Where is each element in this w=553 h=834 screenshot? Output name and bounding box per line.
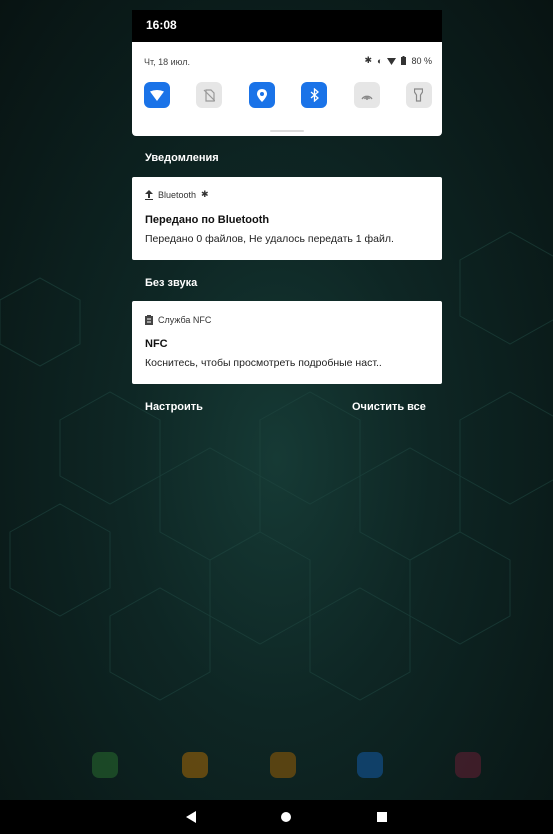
home-icon[interactable] <box>281 812 291 822</box>
status-bar: 16:08 <box>132 10 442 42</box>
bluetooth-small-icon: ✱ <box>201 189 209 199</box>
qs-drag-handle[interactable] <box>270 130 304 132</box>
status-time: 16:08 <box>146 18 177 32</box>
flashlight-tile[interactable] <box>405 82 432 108</box>
wifi-status-icon <box>387 57 397 65</box>
notification-app-row: Служба NFC <box>145 315 211 325</box>
notification-app-row: Bluetooth ✱ <box>145 189 209 200</box>
notification-title: NFC <box>145 338 168 350</box>
manage-notifications-button[interactable]: Настроить <box>145 401 203 413</box>
store-app-icon[interactable] <box>270 752 296 778</box>
location-tile[interactable] <box>248 82 275 108</box>
wifi-tile[interactable] <box>144 82 170 108</box>
browser-app-icon[interactable] <box>357 752 383 778</box>
bluetooth-notification-card[interactable]: Bluetooth ✱ Передано по Bluetooth Переда… <box>132 177 442 260</box>
qs-tiles <box>144 82 432 108</box>
nfc-service-icon <box>145 315 153 325</box>
navigation-bar <box>0 800 553 834</box>
phone-app-icon[interactable] <box>92 752 118 778</box>
location-icon <box>256 88 267 102</box>
quick-settings-panel: Чт, 18 июл. ✱ ◐ 80 % <box>132 42 442 136</box>
qs-status-icons: ✱ ◐ 80 % <box>365 55 433 66</box>
notification-title: Передано по Bluetooth <box>145 214 270 226</box>
nfc-tile[interactable] <box>353 82 380 108</box>
qs-date: Чт, 18 июл. <box>144 57 190 67</box>
bluetooth-tile[interactable] <box>301 82 328 108</box>
no-sim-icon <box>203 88 216 102</box>
nfc-icon <box>361 95 373 100</box>
nfc-notification-card[interactable]: Служба NFC NFC Коснитесь, чтобы просмотр… <box>132 301 442 384</box>
clear-all-button[interactable]: Очистить все <box>352 401 426 413</box>
wifi-icon <box>150 89 164 101</box>
home-dock <box>0 752 553 786</box>
back-icon[interactable] <box>186 811 196 823</box>
notification-app-name: Служба NFC <box>158 315 212 325</box>
mobile-data-tile[interactable] <box>196 82 223 108</box>
bluetooth-icon <box>310 88 319 102</box>
notification-text: Коснитесь, чтобы просмотреть подробные н… <box>145 357 382 369</box>
bluetooth-status-icon: ✱ <box>364 55 373 65</box>
upload-icon <box>145 189 153 200</box>
notifications-header: Уведомления <box>145 152 219 164</box>
recents-icon[interactable] <box>377 812 387 822</box>
battery-icon <box>401 56 407 65</box>
notification-app-name: Bluetooth <box>158 189 197 200</box>
flashlight-icon <box>414 88 424 102</box>
notification-text: Передано 0 файлов, Не удалось передать 1… <box>145 233 394 245</box>
messages-app-icon[interactable] <box>182 752 208 778</box>
camera-app-icon[interactable] <box>455 752 481 778</box>
battery-level: 80 % <box>411 55 432 66</box>
data-saver-icon: ◐ <box>377 55 383 66</box>
silent-header: Без звука <box>145 277 198 289</box>
